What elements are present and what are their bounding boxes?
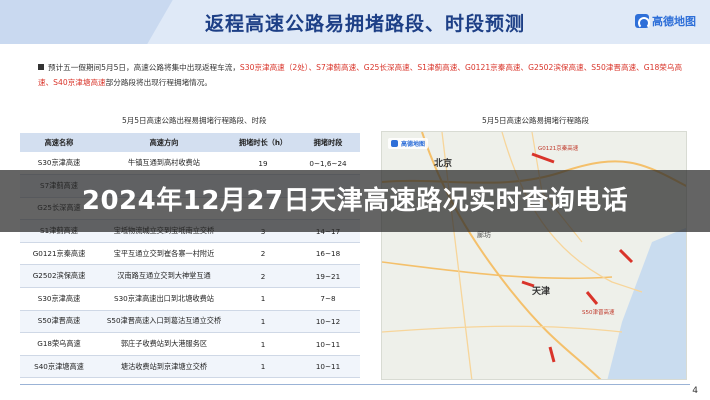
notice-suffix: 部分路段将出现行程拥堵情况。 [105,78,212,87]
table-cell: 1 [260,316,266,326]
logo-text: 高德地图 [652,15,696,28]
table-cell: 1 [260,362,266,372]
table-row: S40京津塘高速 塘沽收费站到京津塘立交桥 1 10~11 [20,355,360,378]
road-line [382,261,613,280]
road-tag: G0121京秦高速 [538,146,579,152]
notice-prefix: 预计五一假期间5月5日，高速公路将集中出现返程车流， [48,63,240,72]
table-cell: 7~8 [320,294,336,304]
table-cell: G0121京秦高速 [32,248,86,258]
congestion-segment [618,248,634,264]
map-brand: 高德地图 [388,138,429,149]
congestion-segment [531,152,555,164]
table-cell: 郭庄子收费站到大港服务区 [120,339,208,349]
table-cell: 19~21 [315,271,341,281]
congestion-segment [585,291,599,305]
table-cell: 10~11 [315,339,341,349]
title-overlay-band: 2024年12月27日天津高速路况实时查询电话 [0,170,710,232]
table-cell: 10~11 [315,362,341,372]
notice-paragraph: 预计五一假期间5月5日，高速公路将集中出现返程车流，S30京津高速（2处）、S7… [38,60,688,90]
table-title: 5月5日高速公路出程易拥堵行程路段、时段 [122,116,267,125]
column-header: 高速方向 [149,137,179,147]
header-bar: 返程高速公路易拥堵路段、时段预测 高德地图 [0,0,710,44]
table-row: S30京津高速 S30京津高速出口到北塘收费站 1 7~8 [20,288,360,311]
table-cell: 宝平互通立交到崔各寨一村附近 [113,248,215,258]
table-cell: S40京津塘高速 [34,361,84,371]
logo: 高德地图 [635,13,696,29]
table-cell: S50津晋高速入口到葛沽互通立交桥 [106,316,222,326]
table-row: S50津晋高速 S50津晋高速入口到葛沽互通立交桥 1 10~12 [20,310,360,333]
table-cell: 2 [260,249,266,259]
sea-area [607,227,686,379]
congestion-segment [548,346,556,363]
page-number: 4 [692,386,698,396]
table-cell: G2502滨保高速 [32,271,86,281]
column-header: 拥堵时段 [313,137,343,147]
city-label-tianjin: 天津 [532,287,551,297]
bullet-icon [38,64,44,70]
table-cell: 汉南路互通立交到大神堂互通 [117,271,211,281]
table-cell: 16~18 [315,249,341,259]
table-row: G2502滨保高速 汉南路互通立交到大神堂互通 2 19~21 [20,264,360,288]
congestion-map: 高德地图 北京 廊坊 天津 G0121京秦高速 S50津晋高速 [381,131,687,380]
gaode-logo-icon [635,14,650,29]
table-cell: S50津晋高速 [37,316,81,326]
slide-title: 返程高速公路易拥堵路段、时段预测 [205,13,526,35]
table-cell: 10~12 [315,316,341,326]
map-brand-text: 高德地图 [401,141,426,148]
table-cell: 1 [260,294,266,304]
table-cell: 塘沽收费站到京津塘立交桥 [120,361,208,371]
city-label-beijing: 北京 [434,159,453,169]
column-header: 高速名称 [44,137,74,147]
table-header-row: 高速名称 高速方向 拥堵时长（h） 拥堵时段 [20,133,360,152]
table-row: G0121京秦高速 宝平互通立交到崔各寨一村附近 2 16~18 [20,242,360,265]
table-cell: G18荣乌高速 [37,339,81,349]
road-line [382,325,623,333]
footer-divider [20,384,690,385]
map-title: 5月5日高速公路易拥堵行程路段 [482,116,590,125]
table-cell: S30京津高速 [37,293,81,303]
table-cell: S30京津高速出口到北塘收费站 [114,293,214,303]
table-cell: 1 [260,339,266,349]
table-row: G18荣乌高速 郭庄子收费站到大港服务区 1 10~11 [20,333,360,356]
table-cell: 2 [260,271,266,281]
column-header: 拥堵时长（h） [238,137,288,147]
overlay-title: 2024年12月27日天津高速路况实时查询电话 [81,186,629,216]
road-tag: S50津晋高速 [582,310,615,316]
slide: 返程高速公路易拥堵路段、时段预测 高德地图 预计五一假期间5月5日，高速公路将集… [0,0,710,400]
gaode-logo-icon [391,140,398,147]
